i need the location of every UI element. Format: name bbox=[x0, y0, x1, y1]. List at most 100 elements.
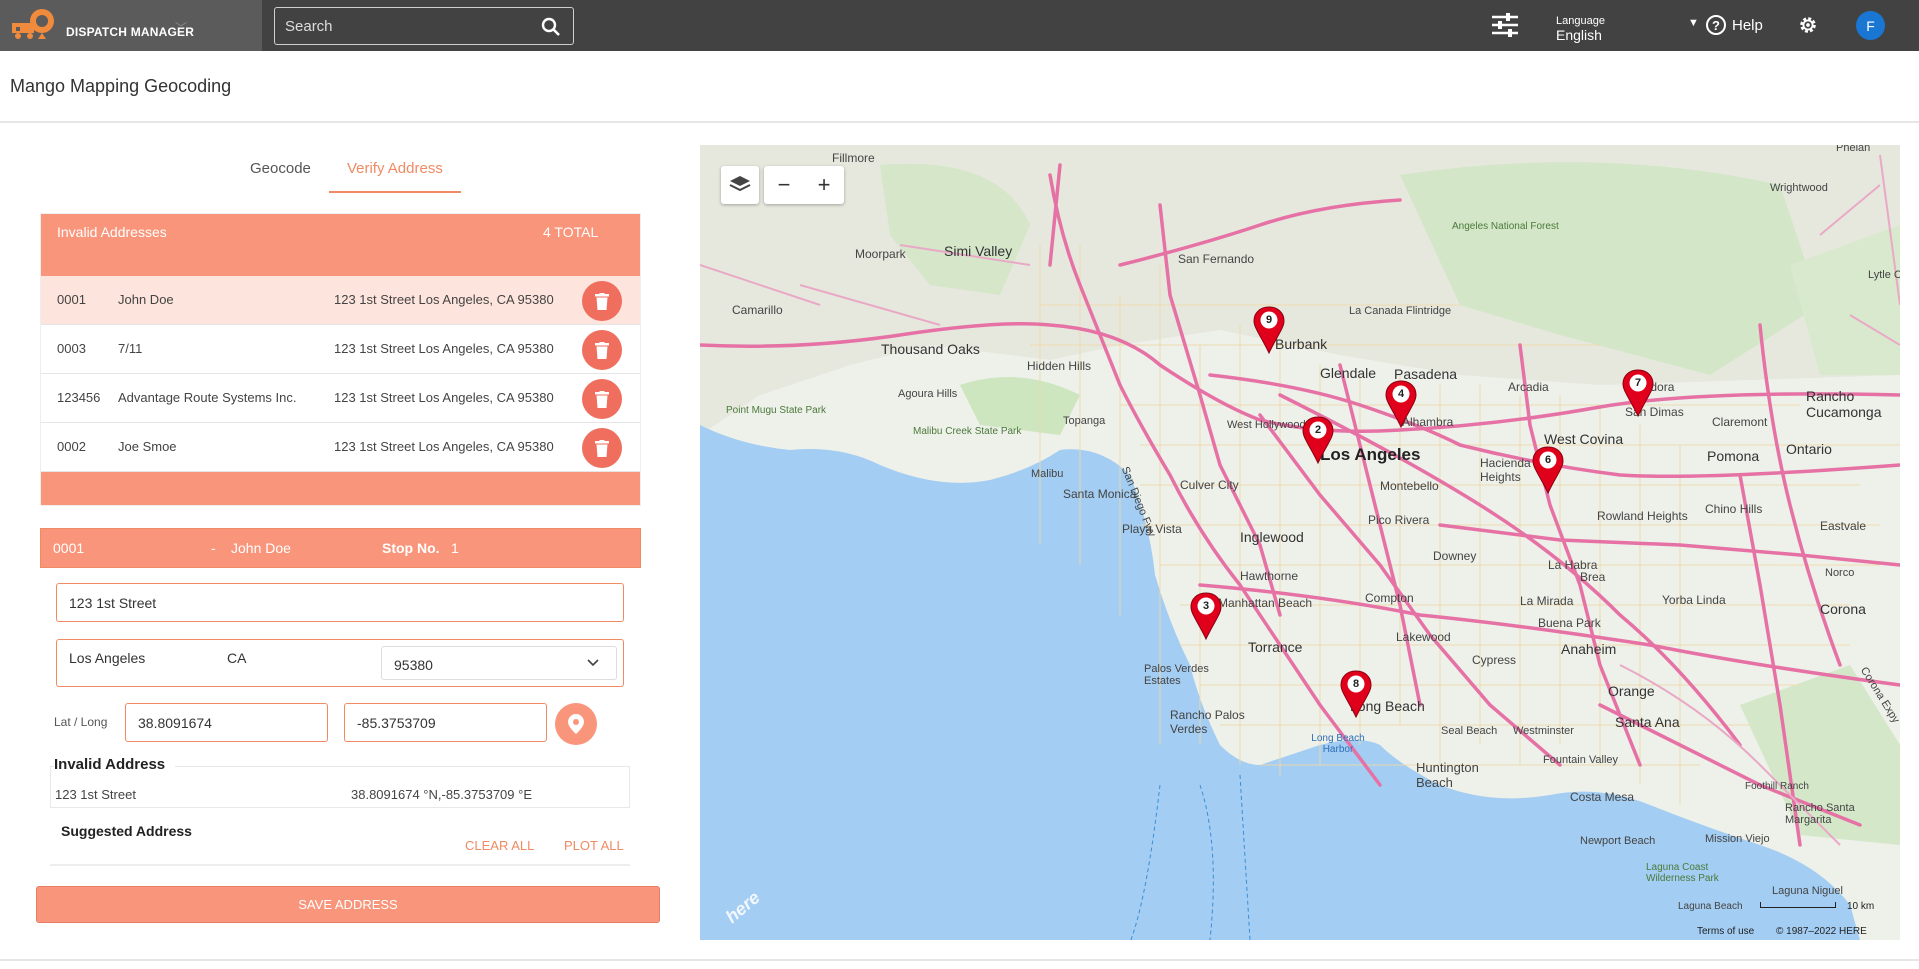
clear-all-button[interactable]: CLEAR ALL bbox=[465, 838, 534, 853]
invalid-coordinates: 38.8091674 °N,-85.3753709 °E bbox=[351, 787, 532, 802]
map-label: Agoura Hills bbox=[898, 388, 958, 400]
table-row[interactable]: 123456 Advantage Route Systems Inc. 123 … bbox=[41, 374, 640, 423]
map-label: Long Beach Harbor bbox=[1311, 733, 1365, 755]
search-icon[interactable] bbox=[541, 17, 561, 37]
delete-button[interactable] bbox=[582, 428, 622, 468]
delete-button[interactable] bbox=[582, 330, 622, 370]
search-box[interactable] bbox=[274, 7, 574, 45]
top-bar: DISPATCH MANAGER ﹀ Language English ▼ ? … bbox=[0, 0, 1919, 51]
map-label: Culver City bbox=[1180, 478, 1239, 492]
latitude-input[interactable] bbox=[125, 703, 328, 742]
marker-label: 4 bbox=[1397, 388, 1405, 400]
map-label: Eastvale bbox=[1820, 519, 1867, 533]
trash-icon bbox=[595, 390, 609, 408]
map-label: Manhattan Beach bbox=[1218, 596, 1313, 610]
map-label: Orange bbox=[1608, 683, 1655, 699]
row-address: 123 1st Street Los Angeles, CA 95380 bbox=[334, 439, 554, 454]
delete-button[interactable] bbox=[582, 281, 622, 321]
language-value: English bbox=[1556, 27, 1602, 43]
map-label: Rancho Santa Margarita bbox=[1785, 802, 1855, 826]
row-address: 123 1st Street Los Angeles, CA 95380 bbox=[334, 341, 554, 356]
map-marker[interactable]: 8 bbox=[1339, 670, 1373, 719]
map-label: Palos Verdes Estates bbox=[1144, 663, 1209, 687]
map-label: Foothill Ranch bbox=[1745, 781, 1809, 792]
map-marker[interactable]: 2 bbox=[1301, 416, 1335, 465]
row-name: 7/11 bbox=[118, 341, 143, 356]
city-state-zip-group: Los Angeles CA 95380 bbox=[56, 639, 624, 687]
suggested-list-edge bbox=[50, 864, 630, 866]
invalid-address-title: Invalid Address bbox=[54, 756, 176, 773]
trash-icon bbox=[595, 292, 609, 310]
map-label: Glendale bbox=[1320, 365, 1377, 381]
map-label: Downey bbox=[1433, 549, 1477, 563]
dispatch-logo-icon bbox=[12, 9, 54, 39]
map-label: Arcadia bbox=[1508, 380, 1549, 394]
language-selector[interactable]: Language English bbox=[1556, 15, 1605, 44]
map-label: Wrightwood bbox=[1770, 182, 1828, 194]
filter-sliders-icon[interactable] bbox=[1491, 12, 1519, 38]
avatar[interactable]: F bbox=[1856, 11, 1885, 40]
help-button[interactable]: ? Help bbox=[1706, 15, 1763, 35]
table-row[interactable]: 0003 7/11 123 1st Street Los Angeles, CA… bbox=[41, 325, 640, 374]
layers-button[interactable] bbox=[721, 166, 759, 204]
map-marker[interactable]: 3 bbox=[1189, 592, 1223, 641]
table-row[interactable]: 0001 John Doe 123 1st Street Los Angeles… bbox=[41, 276, 640, 325]
locate-button[interactable] bbox=[555, 703, 597, 745]
longitude-input[interactable] bbox=[344, 703, 547, 742]
chevron-down-icon[interactable]: ﹀ bbox=[175, 19, 187, 36]
map-label: Fountain Valley bbox=[1543, 754, 1619, 766]
tab-geocode[interactable]: Geocode bbox=[238, 155, 323, 193]
plot-all-button[interactable]: PLOT ALL bbox=[564, 838, 624, 853]
map-label: Westminster bbox=[1513, 725, 1574, 737]
tab-verify-address[interactable]: Verify Address bbox=[328, 155, 461, 193]
table-row[interactable]: 0002 Joe Smoe 123 1st Street Los Angeles… bbox=[41, 423, 640, 472]
invalid-addresses-header: Invalid Addresses 4 TOTAL bbox=[41, 214, 640, 276]
map-label: Santa Ana bbox=[1615, 714, 1680, 730]
map-label: Rancho Palos Verdes bbox=[1170, 708, 1245, 736]
row-name: Advantage Route Systems Inc. bbox=[118, 390, 297, 405]
row-id: 123456 bbox=[57, 390, 101, 405]
terms-link[interactable]: Terms of use bbox=[1697, 926, 1754, 937]
city-value[interactable]: Los Angeles bbox=[69, 650, 145, 666]
row-address: 123 1st Street Los Angeles, CA 95380 bbox=[334, 390, 554, 405]
map-label: Point Mugu State Park bbox=[726, 405, 827, 416]
zoom-out-icon[interactable]: − bbox=[764, 172, 804, 198]
delete-button[interactable] bbox=[582, 379, 622, 419]
map-label: Montebello bbox=[1380, 479, 1439, 493]
row-name: Joe Smoe bbox=[118, 439, 177, 454]
map-pin-icon bbox=[568, 714, 584, 734]
map-label: Anaheim bbox=[1561, 641, 1617, 657]
map-label: Phelan bbox=[1836, 145, 1871, 154]
map-label: Buena Park bbox=[1538, 616, 1601, 630]
map-label: Cypress bbox=[1472, 653, 1517, 667]
map-label: Los Angeles bbox=[1320, 445, 1421, 464]
map-view[interactable]: − + Fillmore Simi Valley Moorpark San Fe… bbox=[700, 145, 1900, 940]
map-label: Rancho Cucamonga bbox=[1806, 388, 1882, 420]
zoom-in-icon[interactable]: + bbox=[804, 172, 844, 198]
map-label: Laguna Niguel bbox=[1772, 885, 1843, 897]
map-label: Newport Beach bbox=[1580, 835, 1656, 847]
map-label: Angeles National Forest bbox=[1452, 221, 1559, 232]
map-marker[interactable]: 9 bbox=[1252, 306, 1286, 355]
map-label: Claremont bbox=[1712, 415, 1768, 429]
zip-value: 95380 bbox=[394, 657, 433, 673]
save-address-button[interactable]: SAVE ADDRESS bbox=[36, 886, 660, 923]
map-label: Malibu bbox=[1031, 468, 1064, 480]
map-marker[interactable]: 4 bbox=[1384, 380, 1418, 429]
street-input[interactable] bbox=[56, 583, 624, 622]
map-marker[interactable]: 7 bbox=[1621, 369, 1655, 418]
caret-down-icon[interactable]: ▼ bbox=[1688, 17, 1699, 29]
map-label: West Covina bbox=[1544, 431, 1624, 447]
brand[interactable]: DISPATCH MANAGER ﹀ bbox=[0, 0, 262, 51]
divider bbox=[0, 121, 1919, 123]
map-marker[interactable]: 6 bbox=[1531, 446, 1565, 495]
zip-select[interactable]: 95380 bbox=[381, 646, 617, 680]
map-label: Camarillo bbox=[732, 303, 783, 317]
map-label: Moorpark bbox=[855, 247, 906, 261]
state-value[interactable]: CA bbox=[227, 650, 246, 666]
map-label: Hidden Hills bbox=[1027, 359, 1092, 373]
invalid-count: 4 TOTAL bbox=[543, 224, 599, 240]
search-input[interactable] bbox=[285, 8, 535, 44]
gear-icon[interactable] bbox=[1797, 14, 1819, 36]
detail-name: John Doe bbox=[231, 540, 291, 556]
